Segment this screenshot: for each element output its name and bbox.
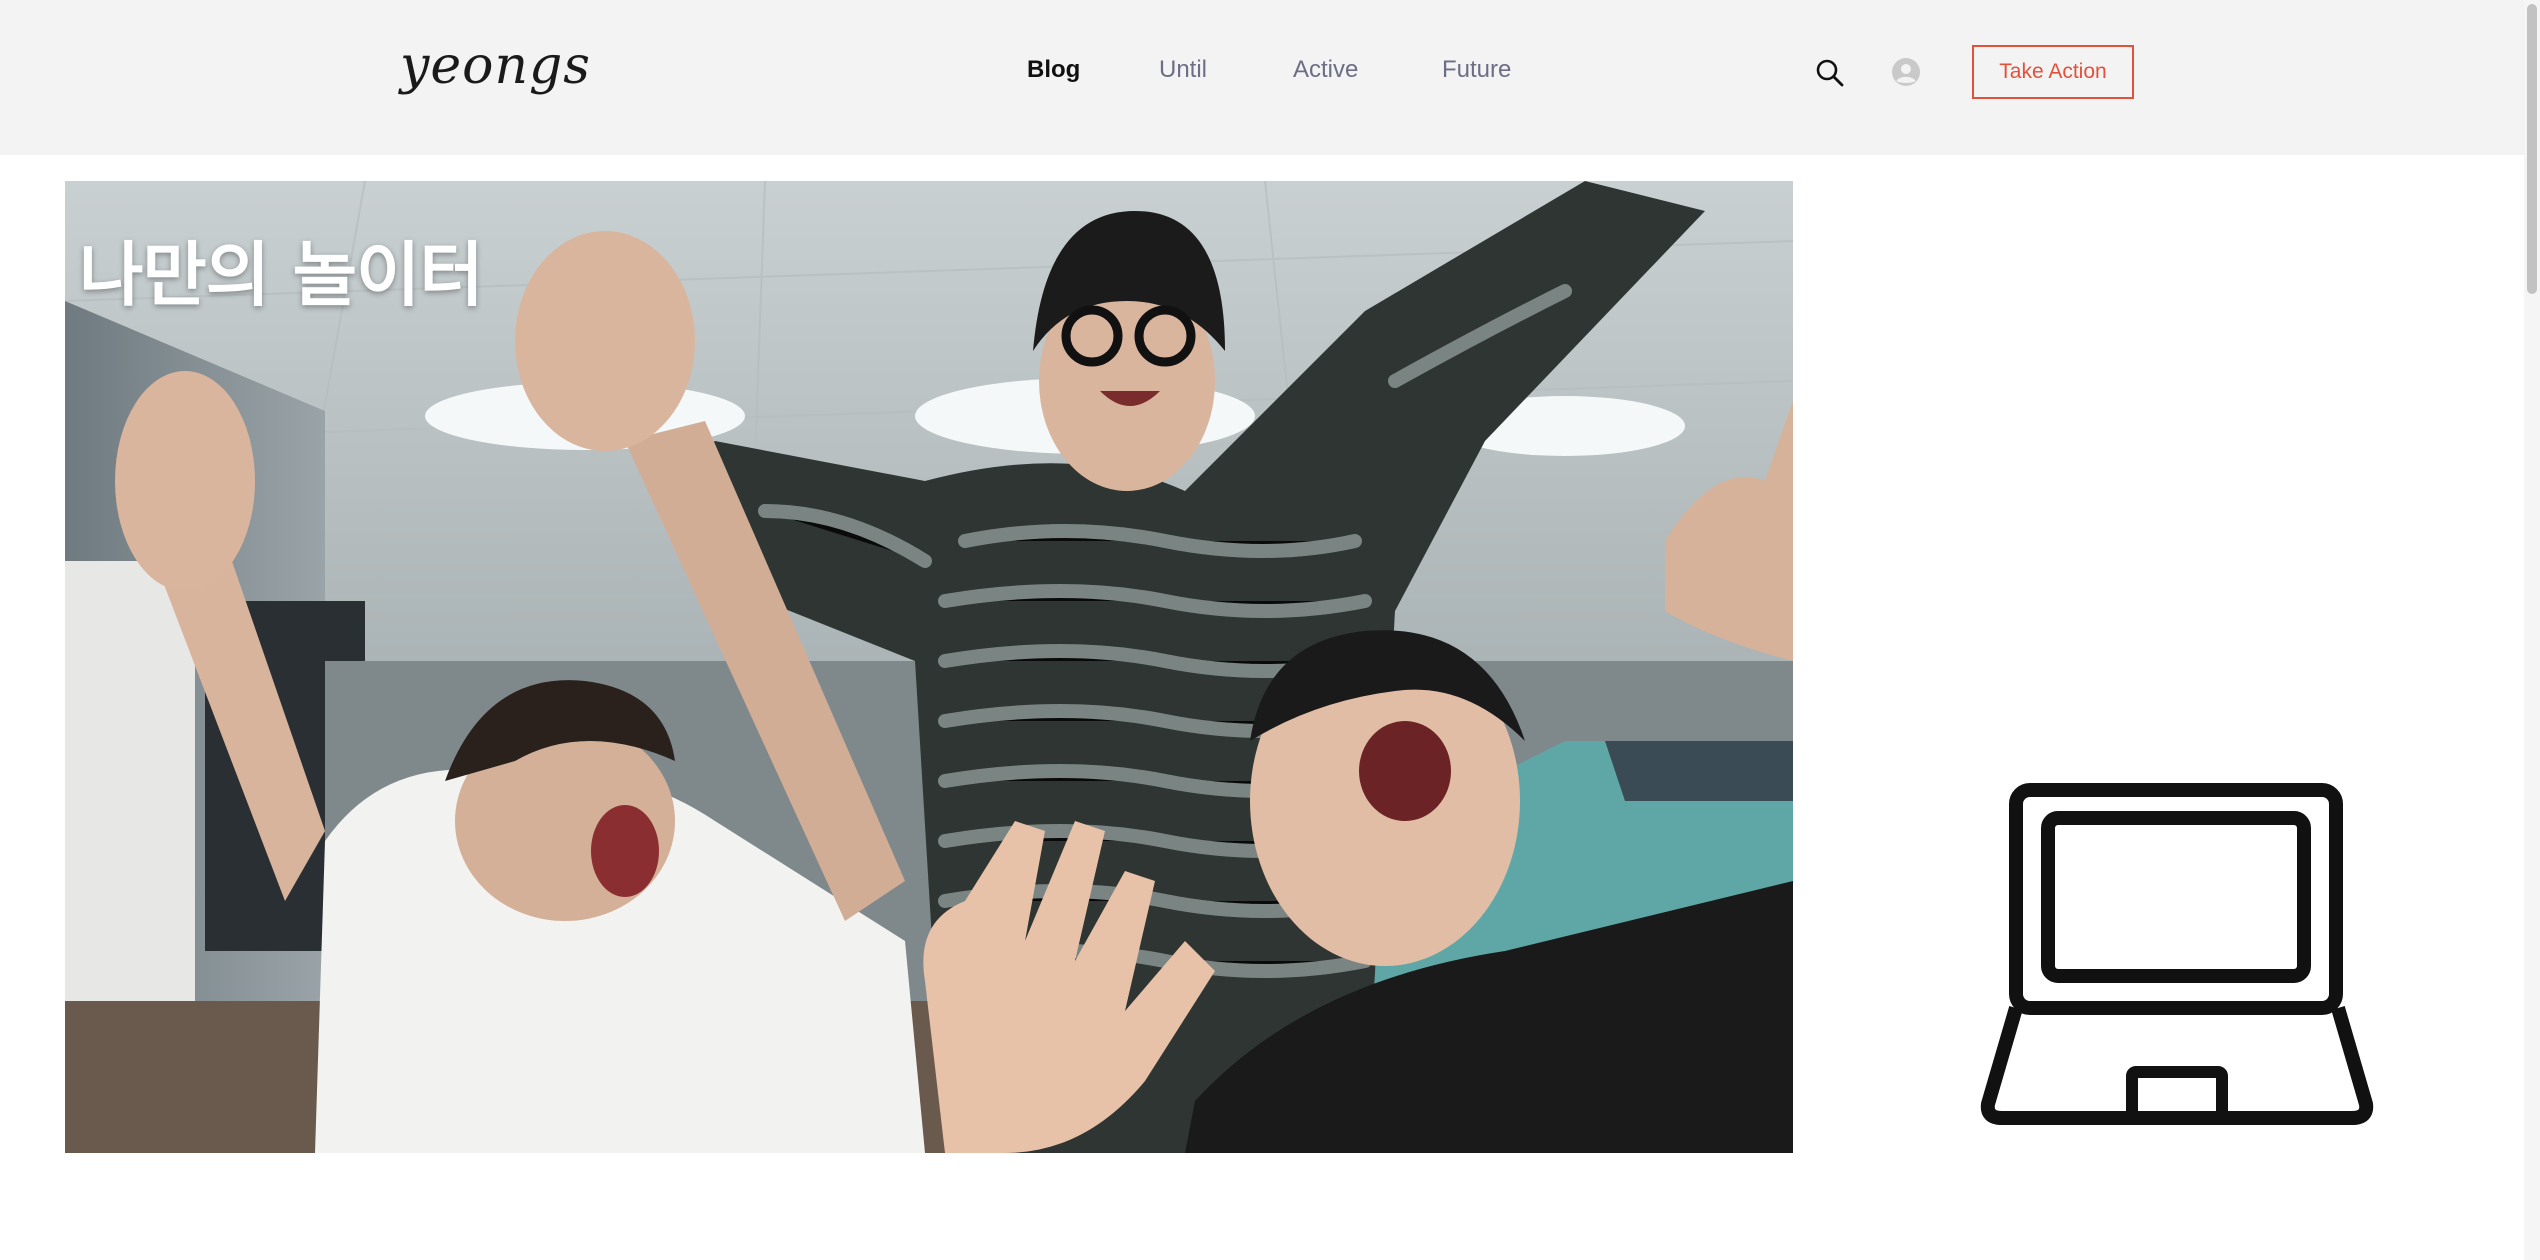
laptop-icon (1980, 782, 2374, 1128)
site-logo[interactable]: yeongs (400, 36, 591, 96)
nav-item-blog[interactable]: Blog (1027, 56, 1080, 84)
nav-item-until[interactable]: Until (1159, 56, 1207, 84)
hero-photo (65, 181, 1793, 1153)
nav-item-active[interactable]: Active (1293, 56, 1358, 84)
site-header: yeongs Blog Until Active Future Take Act… (0, 0, 2540, 155)
take-action-button[interactable]: Take Action (1972, 45, 2134, 99)
scrollbar-thumb[interactable] (2527, 4, 2537, 294)
hero-banner: 나만의 놀이터 (65, 181, 1793, 1153)
search-icon[interactable] (1815, 58, 1845, 88)
nav-item-future[interactable]: Future (1442, 56, 1511, 84)
user-avatar-icon[interactable] (1892, 58, 1920, 86)
hero-title: 나만의 놀이터 (79, 234, 484, 316)
page-scrollbar[interactable] (2524, 0, 2540, 1260)
